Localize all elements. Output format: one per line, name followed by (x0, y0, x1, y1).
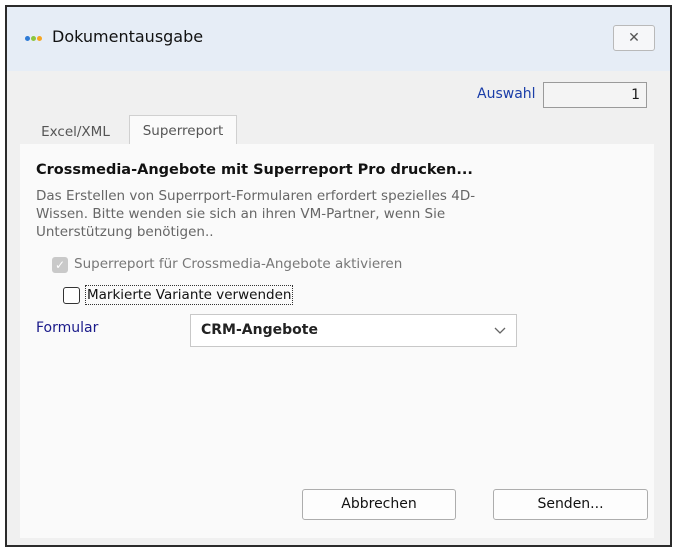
formular-selected-value: CRM-Angebote (201, 322, 318, 338)
formular-select[interactable]: CRM-Angebote (190, 314, 517, 347)
marked-variant-label[interactable]: Markierte Variante verwenden (85, 285, 294, 305)
close-icon: ✕ (628, 30, 640, 46)
auswahl-field[interactable]: 1 (543, 82, 647, 108)
section-heading: Crossmedia-Angebote mit Superreport Pro … (36, 162, 473, 178)
activate-superreport-checkbox[interactable]: ✓ (52, 257, 68, 273)
close-button[interactable]: ✕ (613, 25, 655, 51)
app-dots-icon (25, 33, 43, 43)
cancel-button[interactable]: Abbrechen (302, 489, 456, 520)
send-button[interactable]: Senden... (493, 489, 648, 520)
tab-superreport[interactable]: Superreport (129, 115, 237, 145)
activate-superreport-label: Superreport für Crossmedia-Angebote akti… (74, 256, 403, 272)
chevron-down-icon (494, 315, 506, 358)
auswahl-label: Auswahl (477, 86, 536, 102)
tab-excel-xml[interactable]: Excel/XML (28, 120, 123, 145)
marked-variant-checkbox[interactable] (63, 287, 80, 304)
formular-label: Formular (36, 320, 99, 336)
section-description: Das Erstellen von Superrport-Formularen … (36, 188, 476, 240)
title-bar: Dokumentausgabe ✕ (7, 7, 670, 71)
window-title: Dokumentausgabe (52, 27, 204, 46)
